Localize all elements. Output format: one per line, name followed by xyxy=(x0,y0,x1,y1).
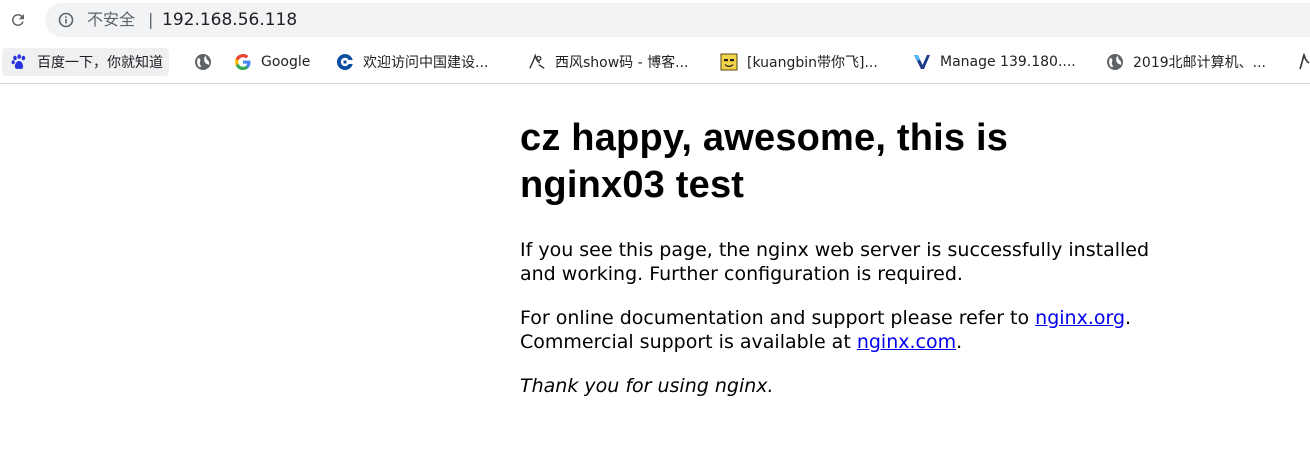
bookmark-google[interactable]: Google xyxy=(234,48,310,76)
bookmark-bupt[interactable]: 2019北邮计算机、... xyxy=(1106,48,1266,76)
bookmark-label: [kuangbin带你飞]... xyxy=(747,55,878,71)
bookmark-label: 2019北邮计算机、... xyxy=(1133,55,1266,71)
bookmark-vultr[interactable]: Manage 139.180.... xyxy=(913,48,1076,76)
commercial-text: Commercial support is available at xyxy=(520,331,857,353)
omnibox-separator: | xyxy=(148,10,154,29)
bookmark-label: Google xyxy=(261,54,311,70)
bookmark-globe[interactable] xyxy=(194,48,221,76)
page-content: cz happy, awesome, this is nginx03 test … xyxy=(520,100,1160,418)
reload-button[interactable] xyxy=(7,9,29,31)
omnibox[interactable]: 不安全 | 192.168.56.118 xyxy=(45,3,1310,37)
support-text: For online documentation and support ple… xyxy=(520,307,1036,329)
commercial-punct: . xyxy=(956,331,963,353)
thanks-text: Thank you for using nginx. xyxy=(520,375,774,397)
support-paragraph: For online documentation and support ple… xyxy=(520,306,1160,354)
bookmark-kuangbin[interactable]: [kuangbin带你飞]... xyxy=(720,48,878,76)
ccb-icon xyxy=(336,53,354,71)
globe-icon xyxy=(1106,53,1124,71)
bookmark-ccb[interactable]: 欢迎访问中国建设... xyxy=(336,48,488,76)
smiley-icon xyxy=(720,53,738,71)
url-text[interactable]: 192.168.56.118 xyxy=(162,10,297,30)
bookmark-label: 百度一下，你就知道 xyxy=(37,55,163,71)
nginx-com-link[interactable]: nginx.com xyxy=(857,331,956,353)
info-icon[interactable] xyxy=(58,12,74,28)
vultr-v-icon xyxy=(913,53,931,71)
bookmark-label: 欢迎访问中国建设... xyxy=(363,55,489,71)
google-g-icon xyxy=(234,53,252,71)
nginx-org-link[interactable]: nginx.org xyxy=(1035,307,1125,329)
browser-chrome: 不安全 | 192.168.56.118 百度一下，你就知道 Google 欢迎… xyxy=(0,0,1310,84)
bookmarks-bar: 百度一下，你就知道 Google 欢迎访问中国建设... 西风show码 - 博… xyxy=(0,44,1310,80)
security-status[interactable]: 不安全 xyxy=(87,10,135,30)
page-heading: cz happy, awesome, this is nginx03 test xyxy=(520,117,1009,206)
reload-icon xyxy=(11,13,24,26)
bookmark-baidu[interactable]: 百度一下，你就知道 xyxy=(2,48,169,76)
cnblogs-icon xyxy=(528,53,546,71)
bookmark-label: 西风show码 - 博客... xyxy=(555,55,689,71)
thanks-paragraph: Thank you for using nginx. xyxy=(520,374,1160,398)
bookmark-overflow[interactable] xyxy=(1296,48,1310,76)
globe-icon xyxy=(194,53,212,71)
cnblogs-icon xyxy=(1296,53,1310,71)
intro-paragraph: If you see this page, the nginx web serv… xyxy=(520,239,1150,285)
address-bar-row: 不安全 | 192.168.56.118 xyxy=(0,0,1310,41)
baidu-paw-icon xyxy=(10,53,28,71)
bookmark-label: Manage 139.180.... xyxy=(940,54,1076,70)
support-punct: . xyxy=(1125,307,1132,329)
bookmark-cnblogs[interactable]: 西风show码 - 博客... xyxy=(528,48,689,76)
